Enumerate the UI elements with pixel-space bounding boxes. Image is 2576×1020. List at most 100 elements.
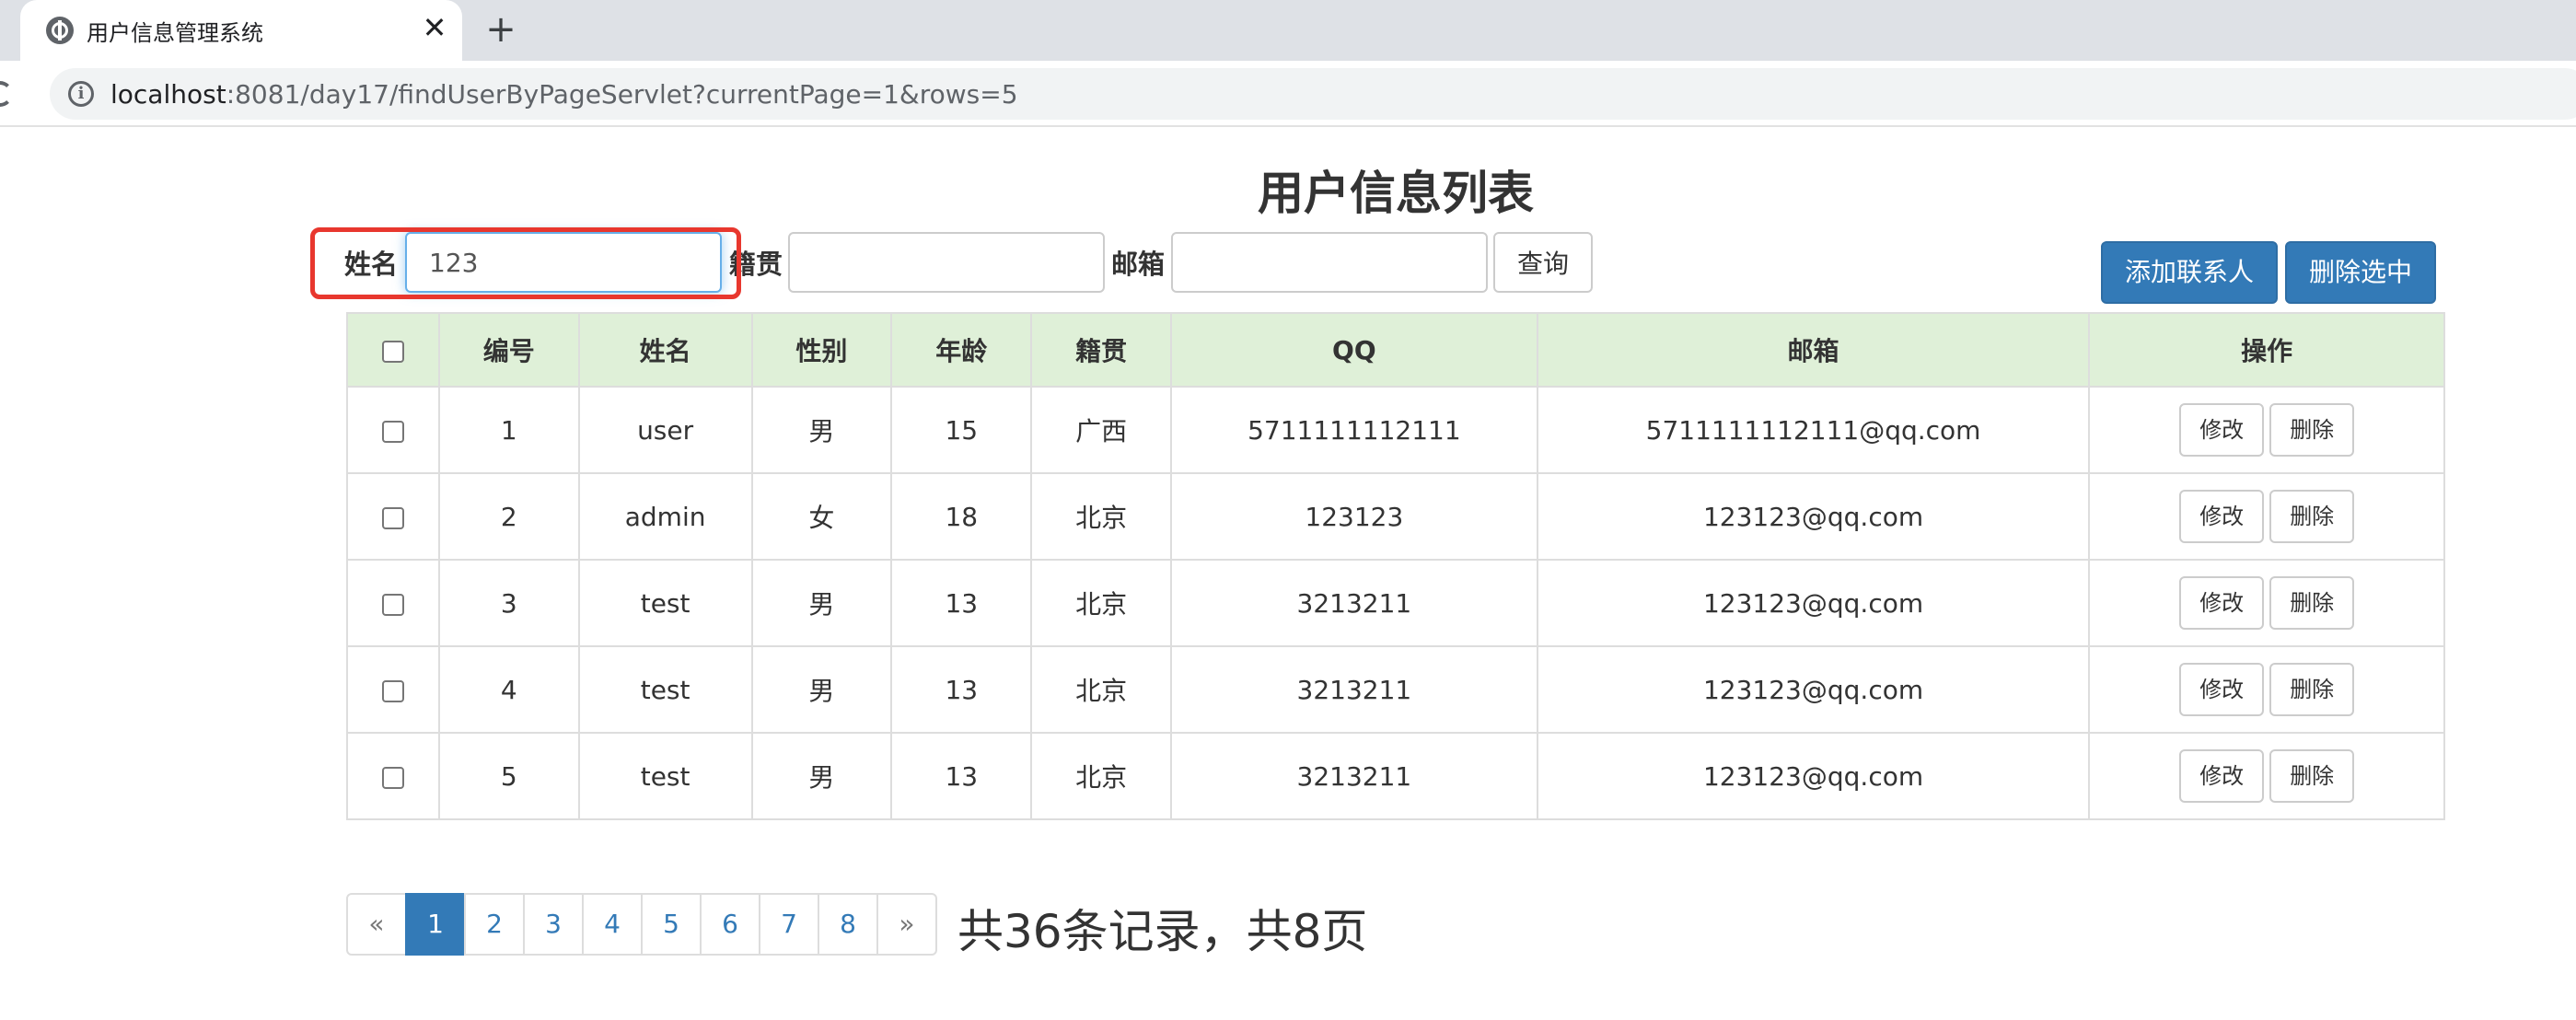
- cell-actions: 修改 删除: [2088, 472, 2445, 561]
- cell-email: 123123@qq.com: [1536, 472, 2091, 561]
- table-header-row: 编号 姓名 性别 年龄 籍贯 QQ 邮箱 操作: [346, 312, 2445, 388]
- url-text[interactable]: localhost:8081/day17/findUserByPageServl…: [110, 79, 1018, 110]
- cell-email: 123123@qq.com: [1536, 645, 2091, 734]
- table-row: 4 test 男 13 北京 3213211 123123@qq.com 修改删…: [346, 645, 2445, 734]
- table-row: 1 user 男 15 广西 5711111112111 57111111121…: [346, 386, 2445, 474]
- pagination-page-8[interactable]: 8: [818, 893, 878, 956]
- browser-tab[interactable]: 用户信息管理系统 ✕: [20, 0, 462, 61]
- pagination-page-1[interactable]: 1: [405, 893, 466, 956]
- row-checkbox[interactable]: [381, 506, 404, 529]
- cell-actions: 修改 删除: [2088, 559, 2445, 647]
- edit-button[interactable]: 修改: [2179, 490, 2265, 543]
- pagination-prev[interactable]: «: [346, 893, 407, 956]
- cell-age: 15: [890, 386, 1033, 474]
- globe-icon: [46, 17, 74, 44]
- row-select-cell: [346, 559, 440, 647]
- pagination: « 1 2 3 4 5 6 7 8 »: [346, 893, 937, 956]
- edit-button[interactable]: 修改: [2179, 576, 2265, 630]
- cell-id: 5: [437, 732, 580, 820]
- cell-gender: 男: [750, 732, 893, 820]
- address-input[interactable]: [788, 232, 1105, 293]
- column-header-qq: QQ: [1169, 312, 1538, 388]
- row-checkbox[interactable]: [381, 766, 404, 789]
- new-tab-icon[interactable]: +: [482, 11, 519, 48]
- row-checkbox[interactable]: [381, 420, 404, 443]
- info-icon[interactable]: i: [68, 81, 94, 107]
- cell-age: 13: [890, 645, 1033, 734]
- column-header-address: 籍贯: [1030, 312, 1172, 388]
- pagination-next[interactable]: »: [876, 893, 937, 956]
- address-bar[interactable]: i localhost:8081/day17/findUserByPageSer…: [50, 68, 2576, 120]
- query-button[interactable]: 查询: [1493, 232, 1593, 293]
- highlight-annotation: [310, 227, 741, 299]
- email-label: 邮箱: [1111, 249, 1166, 280]
- cell-name: admin: [577, 472, 753, 561]
- cell-qq: 3213211: [1169, 559, 1538, 647]
- cell-address: 广西: [1030, 386, 1172, 474]
- cell-id: 4: [437, 645, 580, 734]
- pagination-page-5[interactable]: 5: [641, 893, 702, 956]
- email-input[interactable]: [1171, 232, 1488, 293]
- delete-button[interactable]: 删除: [2269, 749, 2355, 803]
- cell-gender: 男: [750, 645, 893, 734]
- cell-email: 123123@qq.com: [1536, 732, 2091, 820]
- cell-name: test: [577, 732, 753, 820]
- browser-tab-bar: 用户信息管理系统 ✕ +: [0, 0, 2576, 61]
- column-header-actions: 操作: [2088, 312, 2445, 388]
- cell-gender: 女: [750, 472, 893, 561]
- select-all-cell: [346, 312, 440, 388]
- edit-button[interactable]: 修改: [2179, 663, 2265, 716]
- cell-age: 18: [890, 472, 1033, 561]
- cell-actions: 修改 删除: [2088, 732, 2445, 820]
- page-title: 用户信息列表: [1258, 167, 1534, 220]
- row-select-cell: [346, 472, 440, 561]
- delete-button[interactable]: 删除: [2269, 576, 2355, 630]
- row-select-cell: [346, 386, 440, 474]
- cell-age: 13: [890, 559, 1033, 647]
- edit-button[interactable]: 修改: [2179, 749, 2265, 803]
- edit-button[interactable]: 修改: [2179, 403, 2265, 457]
- delete-button[interactable]: 删除: [2269, 403, 2355, 457]
- select-all-checkbox[interactable]: [381, 340, 404, 363]
- users-table: 编号 姓名 性别 年龄 籍贯 QQ 邮箱 操作 1 user 男 15 广西 5…: [346, 312, 2445, 820]
- cell-address: 北京: [1030, 732, 1172, 820]
- cell-qq: 3213211: [1169, 645, 1538, 734]
- delete-button[interactable]: 删除: [2269, 663, 2355, 716]
- cell-qq: 123123: [1169, 472, 1538, 561]
- cell-actions: 修改 删除: [2088, 386, 2445, 474]
- close-tab-icon[interactable]: ✕: [418, 11, 451, 44]
- tab-title: 用户信息管理系统: [87, 20, 263, 46]
- browser-toolbar: i localhost:8081/day17/findUserByPageSer…: [0, 61, 2576, 127]
- pagination-page-3[interactable]: 3: [523, 893, 584, 956]
- cell-id: 2: [437, 472, 580, 561]
- cell-email: 5711111112111@qq.com: [1536, 386, 2091, 474]
- pagination-page-6[interactable]: 6: [700, 893, 760, 956]
- row-checkbox[interactable]: [381, 679, 404, 702]
- pagination-page-7[interactable]: 7: [759, 893, 819, 956]
- cell-name: test: [577, 645, 753, 734]
- table-row: 5 test 男 13 北京 3213211 123123@qq.com 修改删…: [346, 732, 2445, 820]
- cell-address: 北京: [1030, 472, 1172, 561]
- pagination-page-4[interactable]: 4: [582, 893, 643, 956]
- cell-id: 1: [437, 386, 580, 474]
- cell-name: test: [577, 559, 753, 647]
- cell-qq: 3213211: [1169, 732, 1538, 820]
- cell-email: 123123@qq.com: [1536, 559, 2091, 647]
- delete-button[interactable]: 删除: [2269, 490, 2355, 543]
- row-checkbox[interactable]: [381, 593, 404, 616]
- cell-age: 13: [890, 732, 1033, 820]
- pagination-page-2[interactable]: 2: [464, 893, 525, 956]
- add-contact-button[interactable]: 添加联系人: [2101, 241, 2278, 304]
- cell-address: 北京: [1030, 645, 1172, 734]
- column-header-gender: 性别: [750, 312, 893, 388]
- column-header-id: 编号: [437, 312, 580, 388]
- cell-gender: 男: [750, 386, 893, 474]
- table-row: 3 test 男 13 北京 3213211 123123@qq.com 修改删…: [346, 559, 2445, 647]
- column-header-name: 姓名: [577, 312, 753, 388]
- cell-actions: 修改 删除: [2088, 645, 2445, 734]
- delete-selected-button[interactable]: 删除选中: [2285, 241, 2436, 304]
- reload-icon[interactable]: [0, 81, 13, 107]
- table-row: 2 admin 女 18 北京 123123 123123@qq.com 修改删…: [346, 472, 2445, 561]
- cell-address: 北京: [1030, 559, 1172, 647]
- cell-gender: 男: [750, 559, 893, 647]
